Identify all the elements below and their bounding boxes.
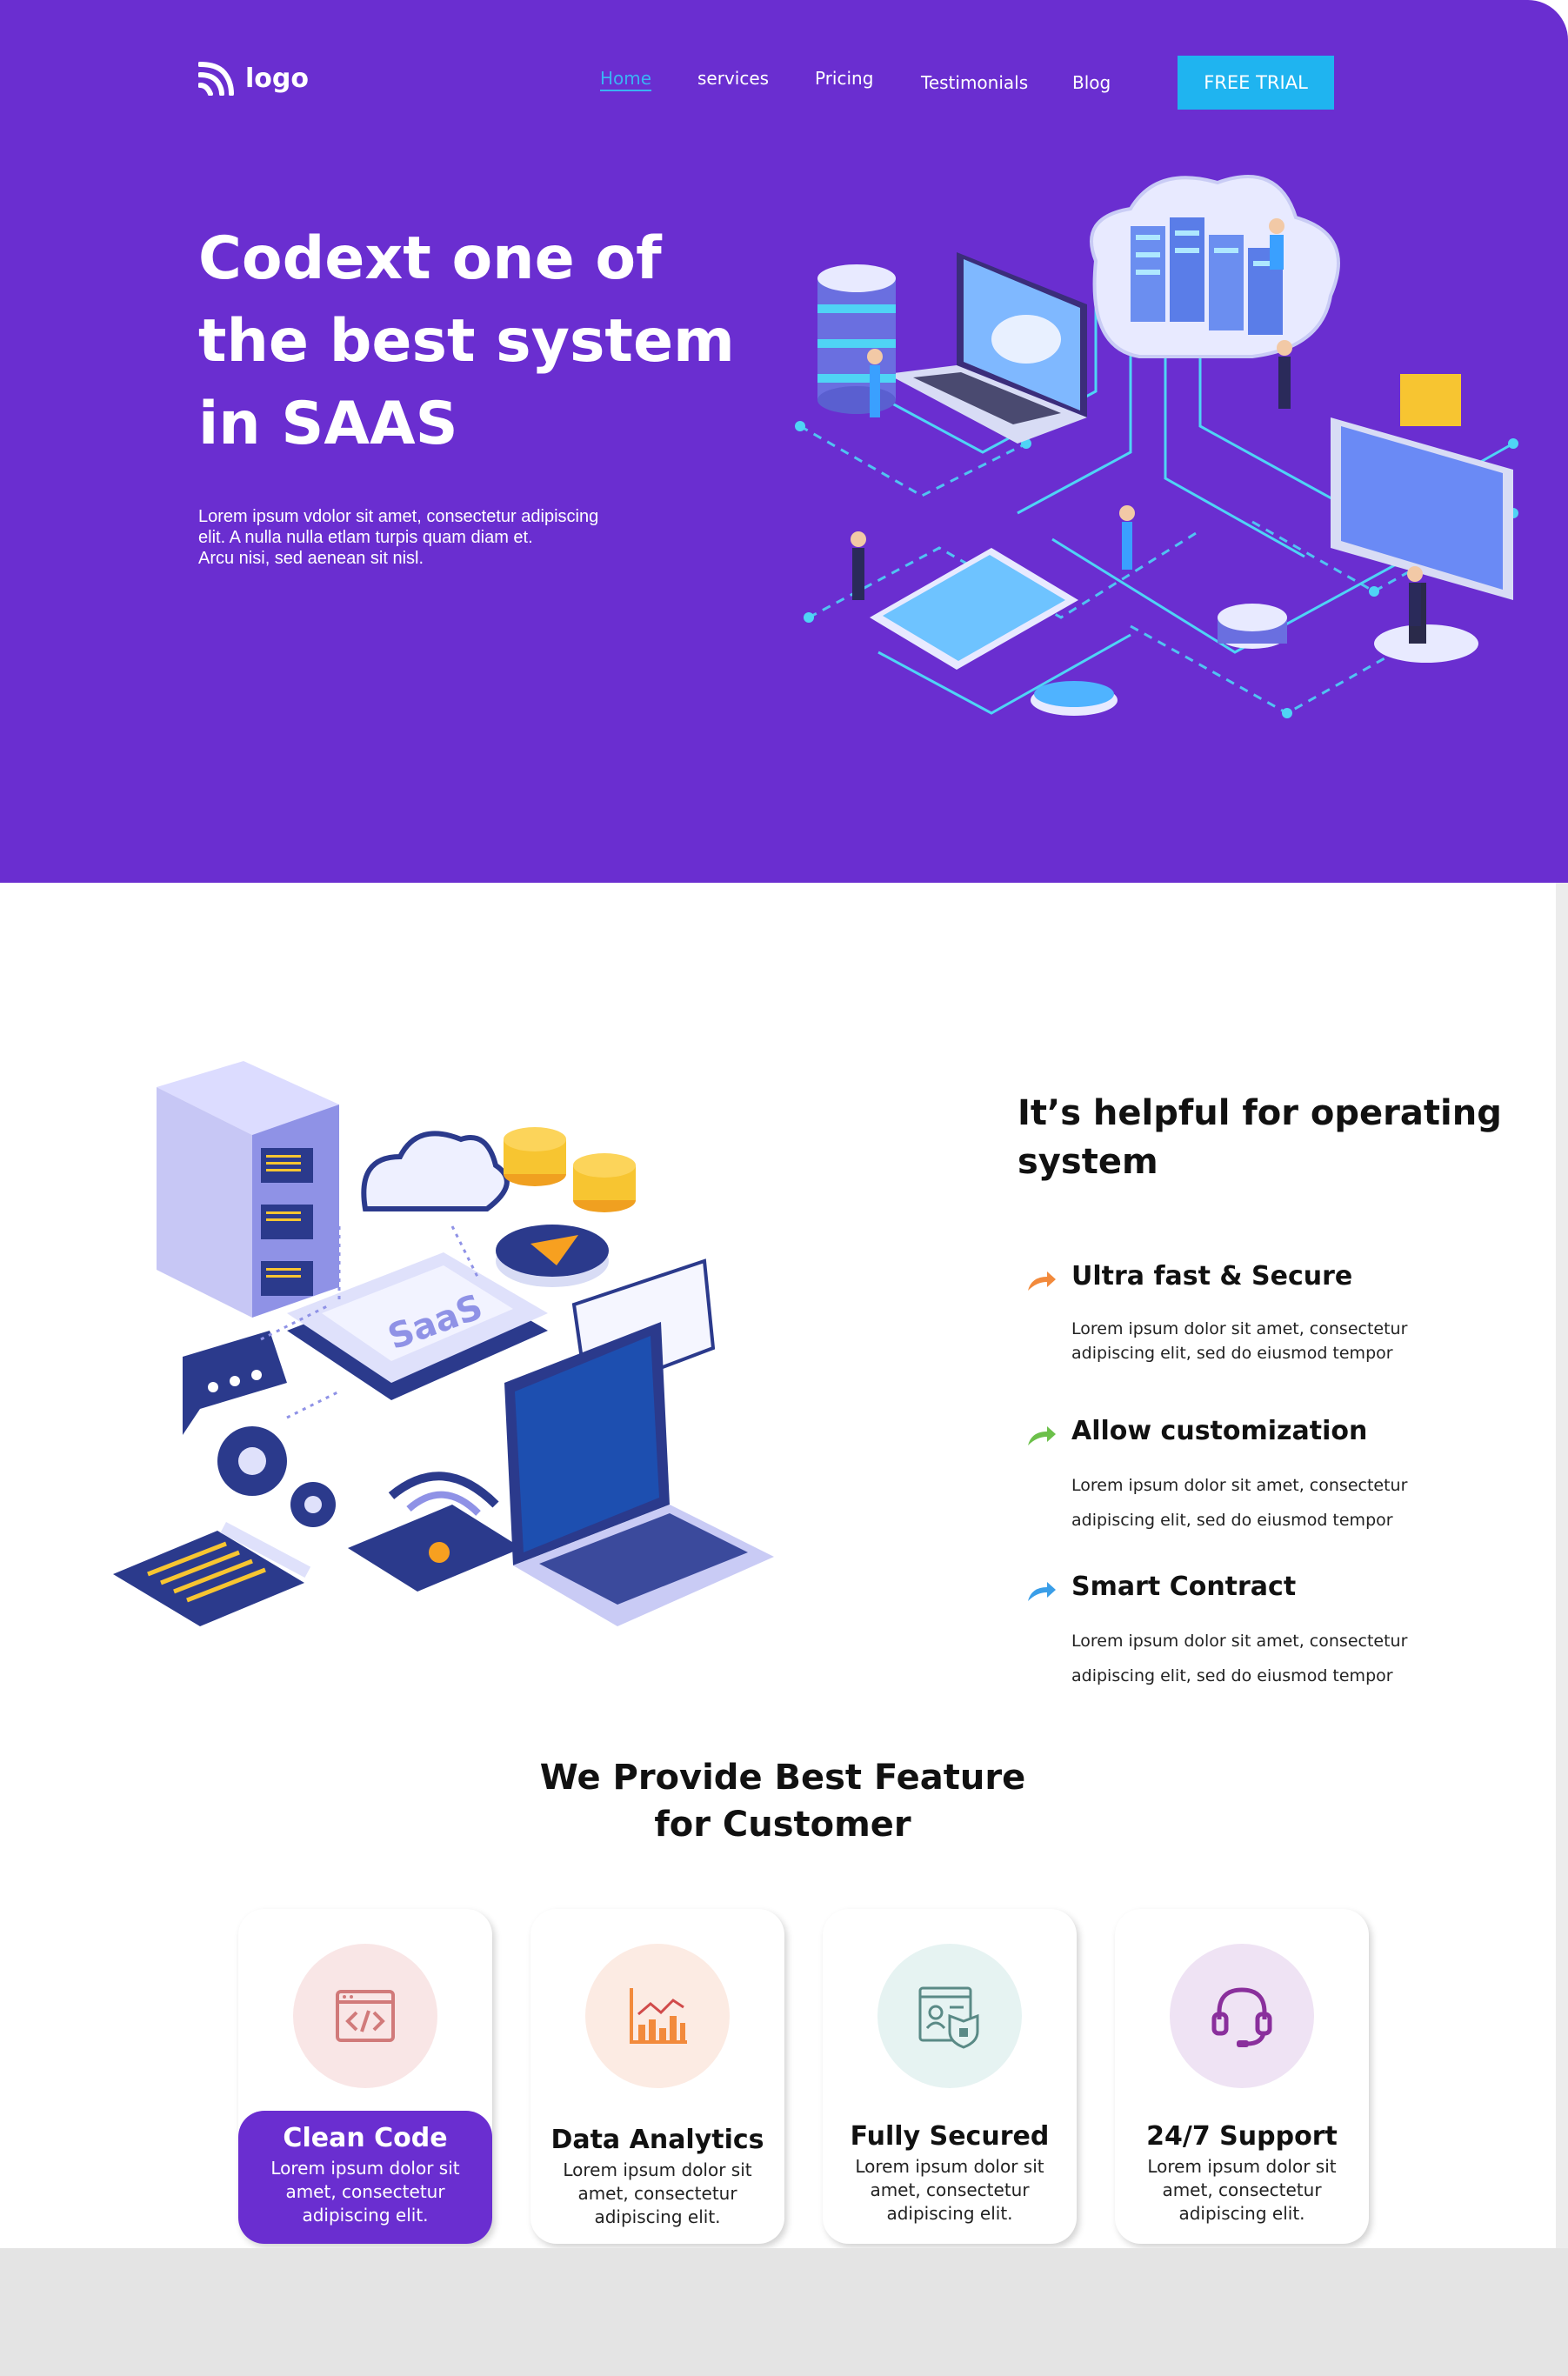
card-text: Lorem ipsum dolor sit amet, consectetur … xyxy=(855,2156,1044,2224)
icon-circle xyxy=(1170,1944,1314,2088)
hero-cloud-network-illustration xyxy=(795,175,1518,718)
feature-card-fully-secured[interactable]: Fully Secured Lorem ipsum dolor sit amet… xyxy=(823,1909,1077,2244)
features-section-title: We Provide Best Feature for Customer xyxy=(522,1754,1044,1848)
features-title-line: for Customer xyxy=(654,1805,911,1845)
logo-icon xyxy=(198,62,234,96)
hero-section: logo Home services Pricing Testimonials … xyxy=(0,0,1568,883)
saas-devices-illustration: SaaS xyxy=(113,1061,774,1626)
card-footer: 24/7 Support Lorem ipsum dolor sit amet,… xyxy=(1115,2109,1369,2226)
free-trial-button[interactable]: FREE TRIAL xyxy=(1178,56,1334,110)
hero-description: Lorem ipsum vdolor sit amet, consectetur… xyxy=(198,506,651,569)
hero-title-line: in SAAS xyxy=(198,390,458,458)
bar-chart-icon xyxy=(630,1988,687,2044)
feature-card-support[interactable]: 24/7 Support Lorem ipsum dolor sit amet,… xyxy=(1115,1909,1369,2244)
feature-title: Allow customization xyxy=(1071,1416,1368,1446)
icon-circle xyxy=(293,1944,437,2088)
features-title-line: We Provide Best Feature xyxy=(539,1758,1026,1798)
feature-smart-contract: Smart Contract Lorem ipsum dolor sit ame… xyxy=(1026,1572,1461,1693)
feature-title: Smart Contract xyxy=(1071,1572,1297,1602)
feature-text: Lorem ipsum dolor sit amet, consectetur … xyxy=(1071,1319,1408,1363)
icon-circle xyxy=(585,1944,730,2088)
card-footer: Data Analytics Lorem ipsum dolor sit ame… xyxy=(530,2109,784,2229)
hero-title-line: Codext one of xyxy=(198,224,662,293)
nav-services[interactable]: services xyxy=(697,68,769,89)
card-text: Lorem ipsum dolor sit amet, consectetur … xyxy=(270,2158,460,2226)
nav-testimonials[interactable]: Testimonials xyxy=(921,72,1028,93)
operating-system-title: It’s helpful for operating system xyxy=(1018,1093,1502,1182)
feature-card-data-analytics[interactable]: Data Analytics Lorem ipsum dolor sit ame… xyxy=(530,1909,784,2244)
card-title: Clean Code xyxy=(283,2123,448,2153)
card-title: 24/7 Support xyxy=(1146,2121,1338,2152)
curved-arrow-icon xyxy=(1028,1426,1056,1445)
feature-title: Ultra fast & Secure xyxy=(1071,1261,1353,1291)
nav-home[interactable]: Home xyxy=(600,68,651,89)
feature-card-clean-code[interactable]: Clean Code Lorem ipsum dolor sit amet, c… xyxy=(238,1909,492,2244)
hero-title: Codext one of the best system in SAAS xyxy=(198,217,737,465)
curved-arrow-icon xyxy=(1028,1582,1056,1601)
scrollbar-track[interactable] xyxy=(1556,883,1568,2248)
nav-pricing[interactable]: Pricing xyxy=(815,68,873,89)
feature-customization: Allow customization Lorem ipsum dolor si… xyxy=(1026,1416,1461,1538)
card-text: Lorem ipsum dolor sit amet, consectetur … xyxy=(563,2159,752,2227)
card-title: Data Analytics xyxy=(550,2125,764,2155)
nav-blog[interactable]: Blog xyxy=(1072,72,1111,93)
card-footer: Fully Secured Lorem ipsum dolor sit amet… xyxy=(823,2109,1077,2226)
hero-title-line: the best system xyxy=(198,307,735,376)
logo[interactable]: logo xyxy=(198,61,309,96)
curved-arrow-icon xyxy=(1028,1271,1056,1291)
card-footer: Clean Code Lorem ipsum dolor sit amet, c… xyxy=(238,2111,492,2244)
feature-text: Lorem ipsum dolor sit amet, consectetur … xyxy=(1071,1476,1408,1530)
landing-page: logo Home services Pricing Testimonials … xyxy=(0,0,1568,2248)
hero-text-line: Lorem ipsum vdolor sit amet, consectetur… xyxy=(198,507,599,526)
logo-text: logo xyxy=(245,63,309,94)
feature-ultra-fast: Ultra fast & Secure Lorem ipsum dolor si… xyxy=(1026,1261,1461,1365)
headset-icon xyxy=(1211,1987,1272,2047)
icon-circle xyxy=(877,1944,1022,2088)
feature-text: Lorem ipsum dolor sit amet, consectetur … xyxy=(1071,1632,1408,1685)
card-title: Fully Secured xyxy=(850,2121,1050,2152)
hero-text-line: Arcu nisi, sed aenean sit nisl. xyxy=(198,549,424,568)
hero-text-line: elit. A nulla nulla etlam turpis quam di… xyxy=(198,528,533,547)
secure-profile-icon xyxy=(918,1986,979,2049)
code-window-icon xyxy=(336,1990,395,2042)
card-text: Lorem ipsum dolor sit amet, consectetur … xyxy=(1147,2156,1337,2224)
